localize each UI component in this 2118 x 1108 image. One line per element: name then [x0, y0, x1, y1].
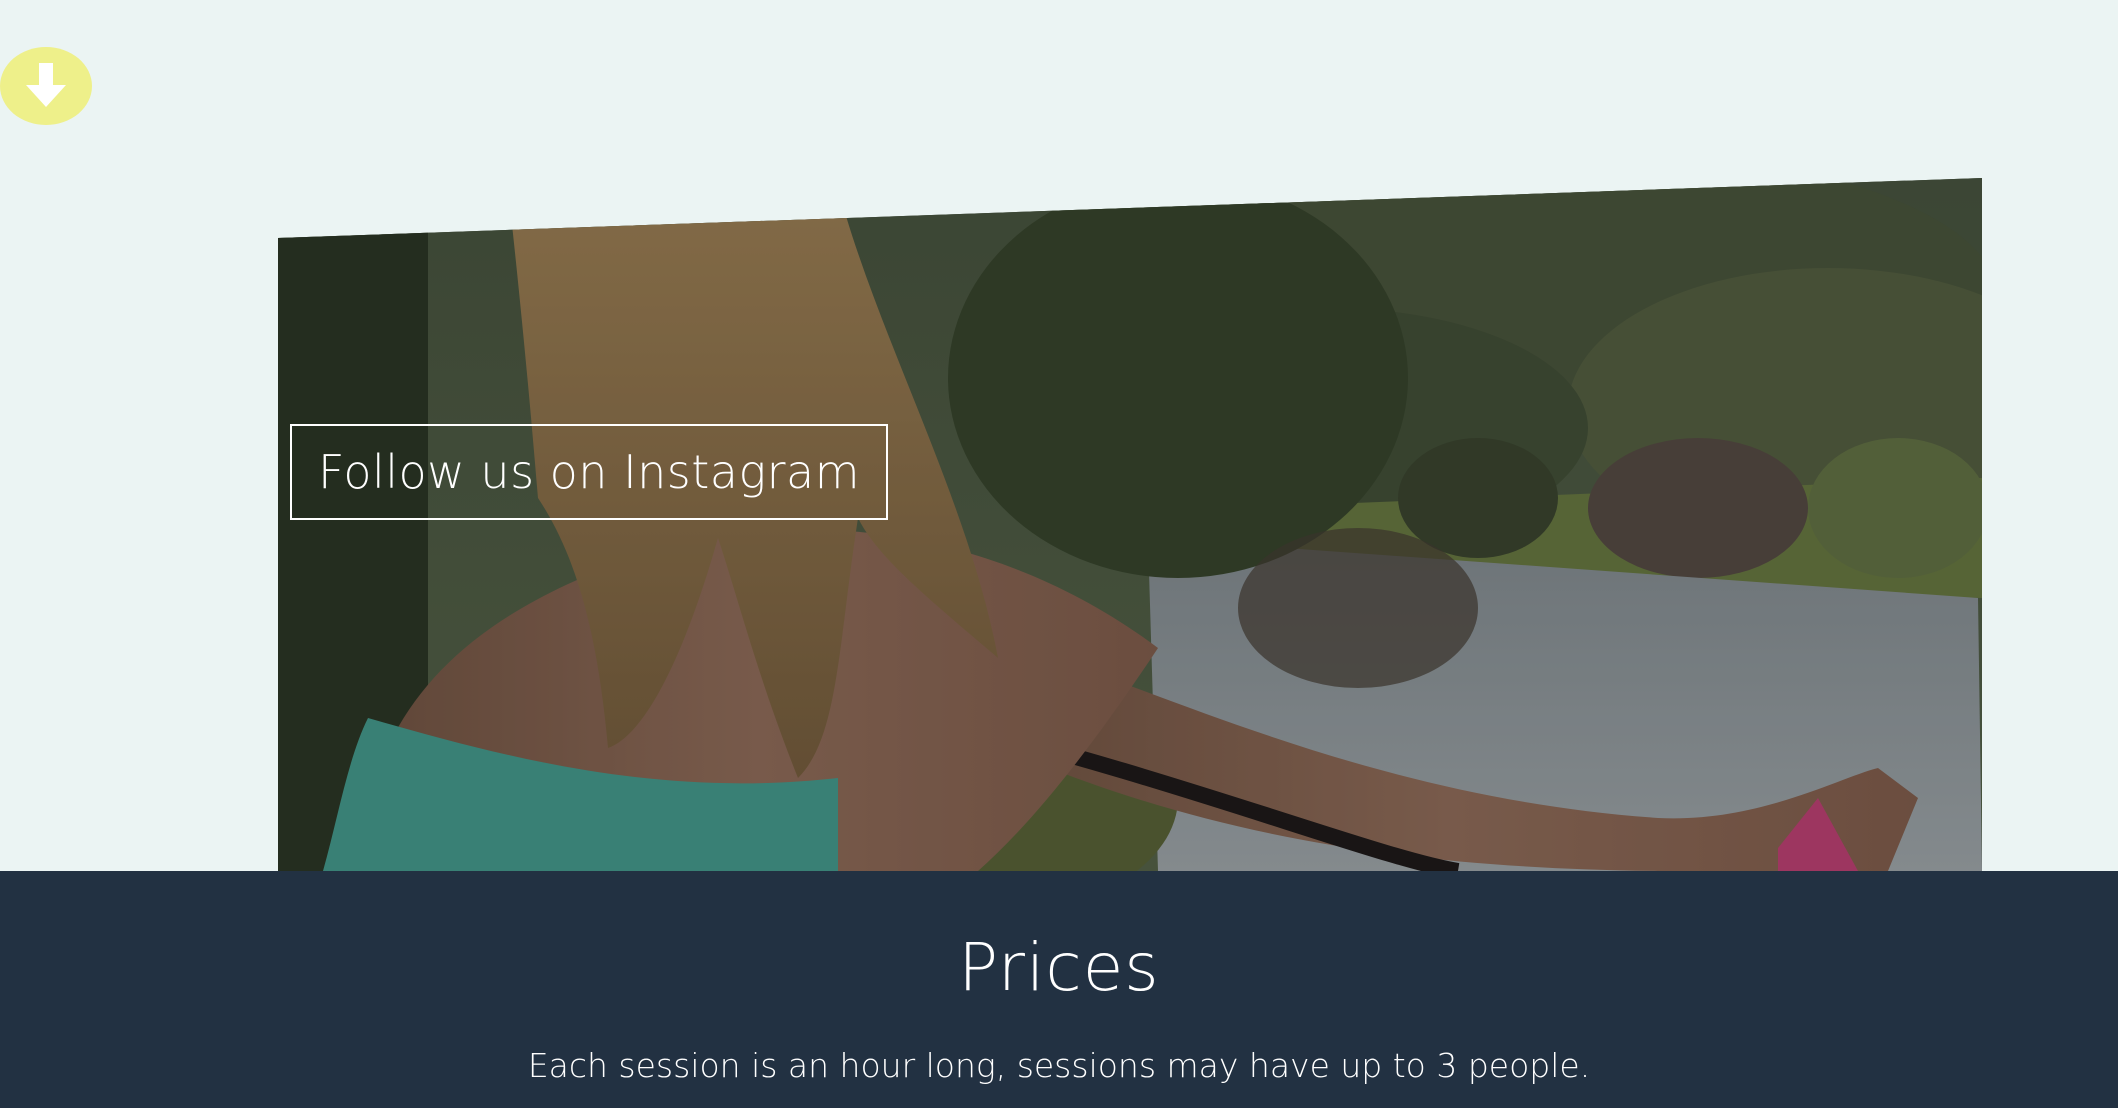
follow-instagram-label: Follow us on Instagram — [318, 445, 860, 499]
scroll-down-button[interactable] — [0, 47, 92, 125]
hero-photo — [278, 178, 1982, 871]
photo-scene — [278, 178, 1982, 871]
follow-instagram-button[interactable]: Follow us on Instagram — [290, 424, 888, 520]
prices-description: Each session is an hour long, sessions m… — [527, 1046, 1591, 1085]
arrow-down-icon — [24, 61, 68, 111]
prices-section: Prices Each session is an hour long, ses… — [0, 871, 2118, 1108]
prices-title: Prices — [958, 929, 1160, 1006]
